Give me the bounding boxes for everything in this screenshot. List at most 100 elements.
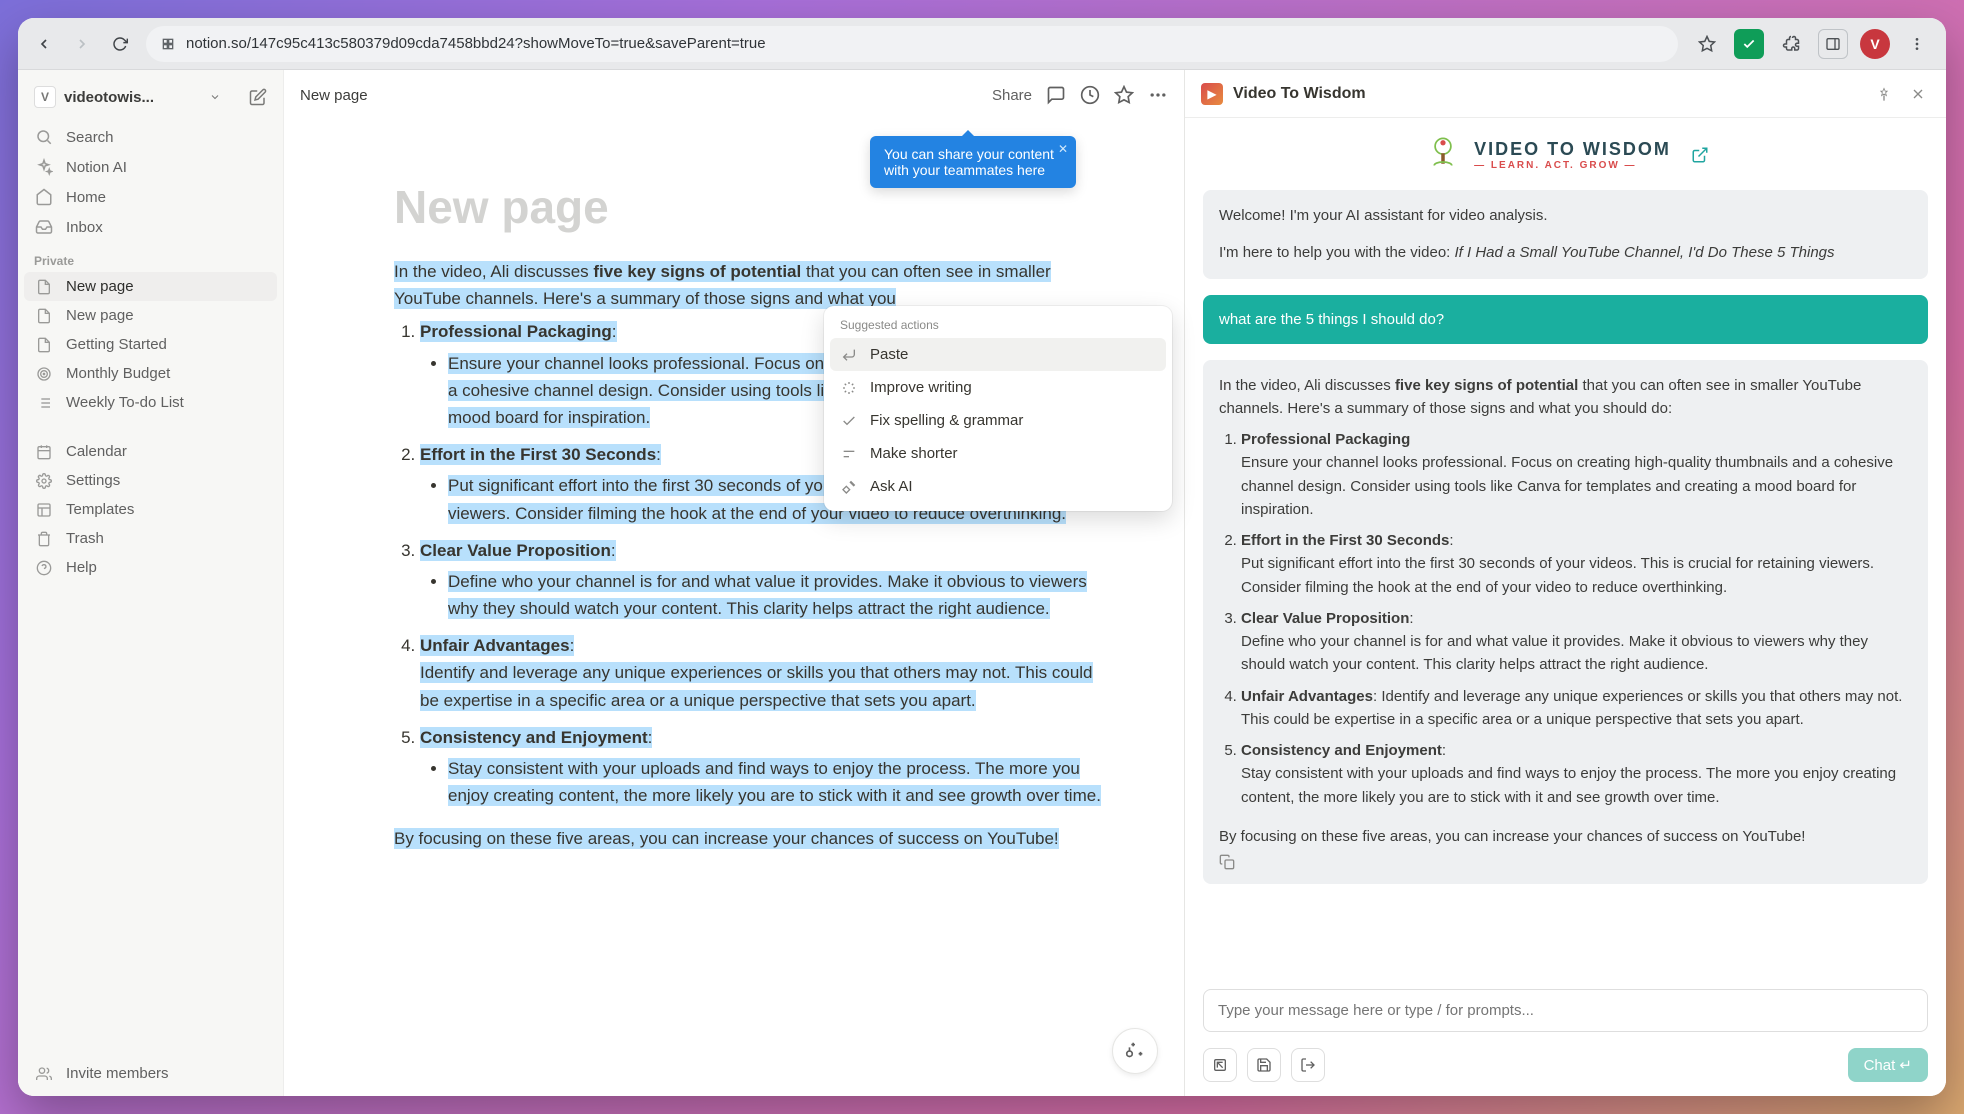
- menu-item-make-shorter[interactable]: Make shorter: [830, 437, 1166, 470]
- sidebar-item-label: Notion AI: [66, 159, 127, 176]
- back-button[interactable]: [32, 32, 56, 56]
- sidebar-item-label: Settings: [66, 472, 120, 489]
- sidebar-item-label: Trash: [66, 530, 104, 547]
- forward-button[interactable]: [70, 32, 94, 56]
- copy-icon[interactable]: [1219, 854, 1912, 870]
- sidebar-item-label: Inbox: [66, 219, 103, 236]
- sidebar-item-help[interactable]: Help: [24, 553, 277, 582]
- sidebar-item-label: Weekly To-do List: [66, 394, 184, 411]
- sidebar-page-new-2[interactable]: New page: [24, 301, 277, 330]
- sidebar-item-home[interactable]: Home: [24, 182, 277, 212]
- wand-icon: [840, 479, 858, 495]
- sidebar-item-label: Invite members: [66, 1065, 169, 1082]
- templates-icon: [34, 502, 54, 518]
- floating-ai-button[interactable]: [1112, 1028, 1158, 1074]
- sidebar-item-label: Search: [66, 129, 114, 146]
- search-icon: [34, 128, 54, 146]
- menu-header: Suggested actions: [830, 314, 1166, 338]
- invite-members[interactable]: Invite members: [24, 1059, 277, 1088]
- page-title[interactable]: New page: [394, 180, 1114, 234]
- sidebar-item-label: Help: [66, 559, 97, 576]
- target-icon: [34, 366, 54, 382]
- doc-icon: [34, 337, 54, 353]
- browser-menu-icon[interactable]: [1902, 29, 1932, 59]
- check-icon: [840, 413, 858, 429]
- close-icon[interactable]: ✕: [1058, 142, 1068, 156]
- sparkles-icon: [34, 158, 54, 176]
- comments-icon[interactable]: [1046, 85, 1066, 105]
- sidebar-item-inbox[interactable]: Inbox: [24, 212, 277, 242]
- sidebar-item-trash[interactable]: Trash: [24, 524, 277, 553]
- doc-icon: [34, 308, 54, 324]
- export-icon[interactable]: [1291, 1048, 1325, 1082]
- sidebar-item-calendar[interactable]: Calendar: [24, 437, 277, 466]
- trash-icon: [34, 531, 54, 547]
- updates-icon[interactable]: [1080, 85, 1100, 105]
- assistant-response: In the video, Ali discusses five key sig…: [1203, 360, 1928, 885]
- menu-item-improve[interactable]: Improve writing: [830, 371, 1166, 404]
- users-icon: [34, 1066, 54, 1082]
- sidebar-page-new-1[interactable]: New page: [24, 272, 277, 301]
- sidebar-item-label: Monthly Budget: [66, 365, 170, 382]
- brand-tree-icon: [1422, 134, 1464, 176]
- bookmark-star-icon[interactable]: [1692, 29, 1722, 59]
- shorter-icon: [840, 446, 858, 462]
- chat-send-button[interactable]: Chat ↵: [1848, 1048, 1928, 1082]
- open-external-icon[interactable]: [1691, 146, 1709, 164]
- extension-panel: ▶ Video To Wisdom VIDEO TO WISDOM — LEAR…: [1184, 70, 1946, 1096]
- sidebar-page-weekly-todo[interactable]: Weekly To-do List: [24, 388, 277, 417]
- extension-green-icon[interactable]: [1734, 29, 1764, 59]
- extension-bottom-bar: Chat ↵: [1185, 1042, 1946, 1096]
- chevron-down-icon: [209, 91, 221, 103]
- favorite-icon[interactable]: [1114, 85, 1134, 105]
- sidebar: V videotowis... Search Notion AI Home: [18, 70, 284, 1096]
- breadcrumb[interactable]: New page: [300, 87, 368, 104]
- suggested-actions-menu: Suggested actions Paste Improve writing …: [824, 306, 1172, 511]
- reload-button[interactable]: [108, 32, 132, 56]
- menu-item-paste[interactable]: Paste: [830, 338, 1166, 371]
- compose-icon[interactable]: [249, 88, 267, 106]
- extensions-puzzle-icon[interactable]: [1776, 29, 1806, 59]
- extension-title: Video To Wisdom: [1233, 85, 1862, 103]
- sidebar-item-notion-ai[interactable]: Notion AI: [24, 152, 277, 182]
- inbox-icon: [34, 218, 54, 236]
- assistant-welcome: Welcome! I'm your AI assistant for video…: [1203, 190, 1928, 279]
- address-bar[interactable]: notion.so/147c95c413c580379d09cda7458bbd…: [146, 26, 1678, 62]
- more-icon[interactable]: [1148, 85, 1168, 105]
- extension-header: ▶ Video To Wisdom: [1185, 70, 1946, 118]
- calendar-icon: [34, 444, 54, 460]
- site-info-icon[interactable]: [160, 36, 176, 52]
- tooltip-text: You can share your content with your tea…: [884, 146, 1054, 178]
- sidebar-item-label: Calendar: [66, 443, 127, 460]
- save-icon[interactable]: [1247, 1048, 1281, 1082]
- url-text: notion.so/147c95c413c580379d09cda7458bbd…: [186, 35, 766, 52]
- close-panel-icon[interactable]: [1906, 82, 1930, 106]
- profile-avatar[interactable]: V: [1860, 29, 1890, 59]
- sidebar-item-search[interactable]: Search: [24, 122, 277, 152]
- menu-item-fix-spelling[interactable]: Fix spelling & grammar: [830, 404, 1166, 437]
- gear-icon: [34, 473, 54, 489]
- share-button[interactable]: Share: [992, 87, 1032, 104]
- main-content: New page Share ✕ You can share your cont…: [284, 70, 1184, 1096]
- sidebar-page-getting-started[interactable]: Getting Started: [24, 330, 277, 359]
- workspace-name: videotowis...: [64, 89, 201, 106]
- chat-input[interactable]: [1203, 989, 1928, 1032]
- notion-export-icon[interactable]: [1203, 1048, 1237, 1082]
- improve-icon: [840, 380, 858, 396]
- chat-area: Welcome! I'm your AI assistant for video…: [1185, 190, 1946, 979]
- sidebar-item-label: Getting Started: [66, 336, 167, 353]
- browser-toolbar: notion.so/147c95c413c580379d09cda7458bbd…: [18, 18, 1946, 70]
- side-panel-icon[interactable]: [1818, 29, 1848, 59]
- page-topbar: New page Share: [284, 70, 1184, 120]
- menu-item-ask-ai[interactable]: Ask AI: [830, 470, 1166, 503]
- extension-logo-icon: ▶: [1201, 83, 1223, 105]
- pin-icon[interactable]: [1872, 82, 1896, 106]
- sidebar-page-monthly-budget[interactable]: Monthly Budget: [24, 359, 277, 388]
- workspace-switcher[interactable]: V videotowis...: [24, 78, 277, 116]
- sidebar-item-templates[interactable]: Templates: [24, 495, 277, 524]
- workspace-badge: V: [34, 86, 56, 108]
- home-icon: [34, 188, 54, 206]
- paste-icon: [840, 347, 858, 363]
- sidebar-item-label: New page: [66, 307, 134, 324]
- sidebar-item-settings[interactable]: Settings: [24, 466, 277, 495]
